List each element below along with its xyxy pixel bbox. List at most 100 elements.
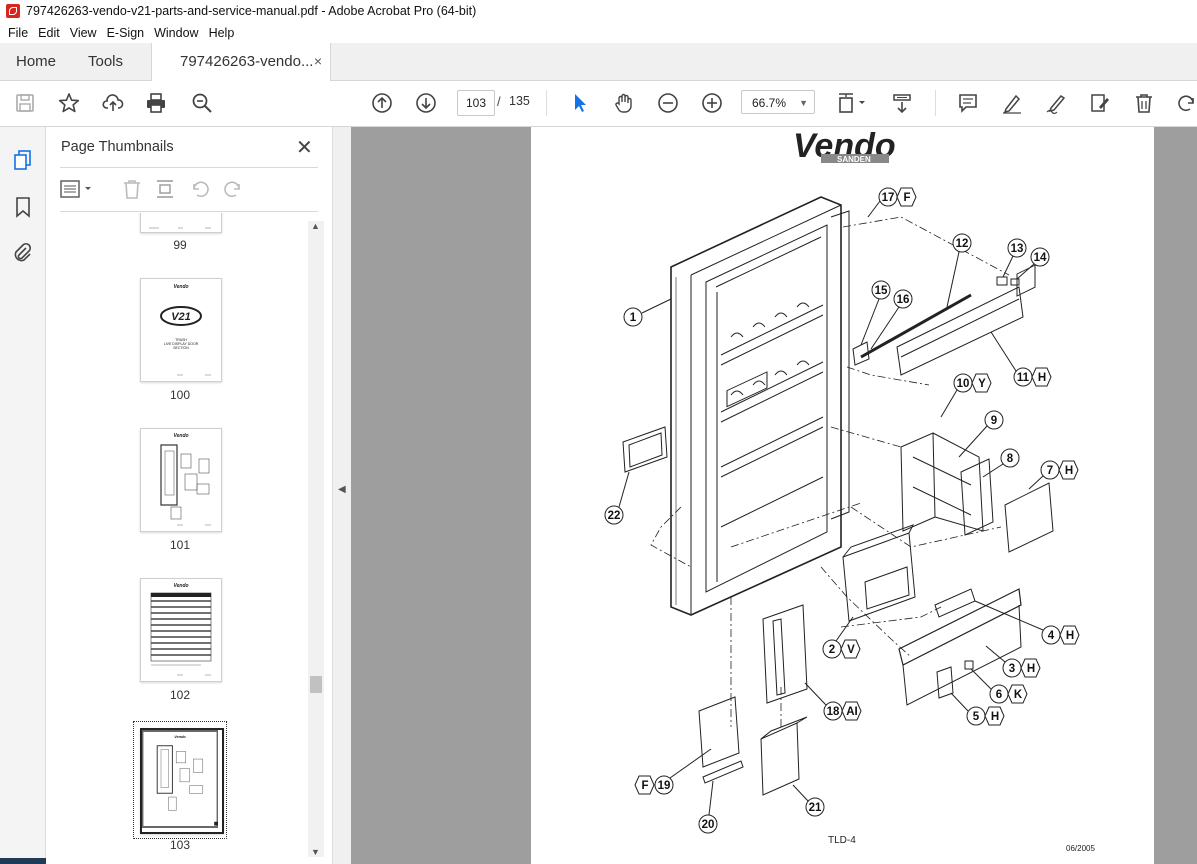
callout-5-code: H (991, 711, 999, 723)
callout-3-code: H (1027, 663, 1035, 675)
scroll-down-icon[interactable]: ▼ (311, 847, 320, 857)
star-icon[interactable] (56, 90, 82, 116)
callout-6-code: K (1014, 689, 1023, 701)
callout-20: 20 (702, 819, 715, 831)
rotate-counterclockwise-icon[interactable] (189, 177, 211, 201)
panel-divider (60, 167, 318, 168)
highlight-pen-icon[interactable] (999, 90, 1025, 116)
callout-2-code: V (847, 644, 855, 656)
insert-page-icon[interactable] (154, 177, 176, 201)
toolbar-divider (935, 90, 936, 116)
scrollbar-thumb[interactable] (310, 676, 322, 693)
document-view[interactable]: Vendo SANDEN 1 2 V 3 H 4 H 5 H 6 K 7 H 8… (351, 127, 1197, 864)
zoom-search-icon[interactable] (189, 90, 215, 116)
thumbnail-label: 99 (173, 238, 187, 252)
acrobat-logo-icon (6, 4, 20, 18)
thumbnail-label: 102 (169, 688, 191, 702)
rotate-clockwise-icon[interactable] (222, 177, 244, 201)
thumbnail-label: 101 (169, 538, 191, 552)
callout-14: 14 (1034, 252, 1047, 264)
panel-close-icon[interactable]: ✕ (296, 135, 313, 160)
attachment-icon[interactable] (11, 241, 35, 265)
previous-page-icon[interactable] (369, 90, 395, 116)
callout-12: 12 (956, 238, 969, 250)
zoom-value: 66.7% (752, 96, 787, 110)
thumbnail-label: 103 (169, 838, 191, 852)
menu-file[interactable]: File (8, 26, 28, 40)
next-page-icon[interactable] (413, 90, 439, 116)
panel-title: Page Thumbnails (61, 139, 174, 155)
hand-tool-icon[interactable] (611, 90, 637, 116)
revision-date: 06/2005 (1066, 844, 1095, 853)
pdf-page: Vendo SANDEN 1 2 V 3 H 4 H 5 H 6 K 7 H 8… (531, 127, 1154, 864)
comment-icon[interactable] (955, 90, 981, 116)
thumbnail-page-100[interactable]: Vendo V21 TRASH LIVE DISPLAY DOOR SECTIO… (140, 278, 222, 382)
title-bar: 797426263-vendo-v21-parts-and-service-ma… (0, 0, 1197, 22)
callout-21: 21 (809, 802, 822, 814)
rotate-icon[interactable] (1175, 90, 1197, 116)
scroll-up-icon[interactable]: ▲ (311, 221, 320, 231)
tab-home[interactable]: Home (16, 43, 56, 80)
thumbnail-options-icon[interactable] (60, 177, 94, 201)
tab-close-icon[interactable]: × (314, 43, 322, 80)
panel-divider (60, 211, 318, 212)
main-toolbar (0, 81, 1197, 127)
callout-6: 6 (996, 689, 1002, 701)
print-icon[interactable] (143, 90, 169, 116)
delete-page-icon[interactable] (121, 177, 143, 201)
thumbnail-page-99[interactable] (140, 213, 222, 233)
tab-document[interactable]: 797426263-vendo... × (151, 43, 331, 81)
current-page-input[interactable]: 103 (457, 90, 495, 116)
delete-icon[interactable] (1131, 90, 1157, 116)
menu-esign[interactable]: E-Sign (107, 26, 145, 40)
svg-text:Vendo: Vendo (174, 735, 186, 739)
select-cursor-icon[interactable] (567, 90, 593, 116)
tab-bar: Home Tools 797426263-vendo... × (0, 43, 1197, 81)
callout-4-code: H (1066, 630, 1074, 642)
zoom-in-icon[interactable] (699, 90, 725, 116)
zoom-select[interactable]: 66.7% ▼ (741, 90, 815, 114)
total-pages: 135 (509, 94, 530, 108)
bookmark-icon[interactable] (11, 195, 35, 219)
collapse-panel-icon[interactable]: ◀ (338, 484, 346, 495)
callout-13: 13 (1011, 243, 1024, 255)
callout-1: 1 (630, 312, 637, 324)
upload-icon[interactable] (100, 90, 126, 116)
window-title: 797426263-vendo-v21-parts-and-service-ma… (26, 4, 477, 18)
callout-2: 2 (829, 644, 835, 656)
callout-10: 10 (957, 378, 970, 390)
menu-edit[interactable]: Edit (38, 26, 60, 40)
callout-11-code: H (1038, 372, 1046, 384)
thumb-heading: V21 (171, 311, 191, 323)
menu-bar: File Edit View E-Sign Window Help (0, 22, 1197, 43)
panel-splitter[interactable]: ◀ (332, 127, 352, 864)
thumbnail-page-101[interactable]: Vendo (140, 428, 222, 532)
edit-pdf-icon[interactable] (1087, 90, 1113, 116)
toolbar-divider (546, 90, 547, 116)
taskbar-edge (0, 858, 46, 864)
thumbnail-page-102[interactable]: Vendo (140, 578, 222, 682)
menu-view[interactable]: View (70, 26, 97, 40)
fit-page-icon[interactable] (834, 90, 870, 116)
callout-19: 19 (658, 780, 671, 792)
thumbnail-scrollbar[interactable]: ▲ ▼ (308, 221, 324, 857)
page-thumbnails-icon[interactable] (11, 148, 35, 172)
scroll-mode-icon[interactable] (889, 90, 915, 116)
tab-document-label: 797426263-vendo... (180, 53, 314, 70)
svg-text:Vendo: Vendo (173, 433, 188, 439)
callout-16: 16 (897, 294, 910, 306)
zoom-out-icon[interactable] (655, 90, 681, 116)
thumbnail-page-103[interactable]: Vendo (140, 728, 224, 834)
menu-help[interactable]: Help (209, 26, 235, 40)
tab-tools[interactable]: Tools (88, 43, 123, 80)
callout-17-code: F (903, 192, 910, 204)
sign-icon[interactable] (1043, 90, 1069, 116)
save-icon[interactable] (12, 90, 38, 116)
callout-19-code: F (641, 780, 648, 792)
callout-18-code: AI (846, 706, 858, 718)
callout-7: 7 (1047, 465, 1053, 477)
callout-3: 3 (1009, 663, 1015, 675)
thumbnails-panel: Page Thumbnails ✕ 99 Vendo V21 TRASH LIV… (46, 127, 332, 864)
chevron-down-icon: ▼ (799, 98, 808, 108)
menu-window[interactable]: Window (154, 26, 198, 40)
